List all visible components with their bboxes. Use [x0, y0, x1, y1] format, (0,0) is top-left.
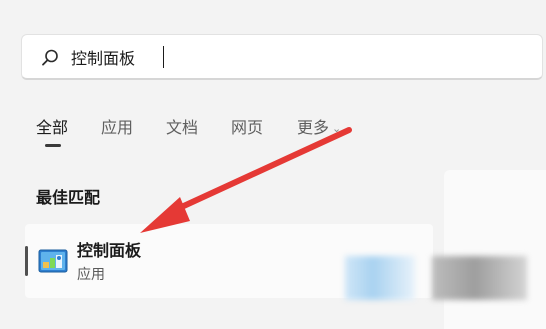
search-input[interactable] [71, 46, 531, 68]
blurred-region [345, 256, 415, 300]
section-title-best-match: 最佳匹配 [36, 188, 101, 207]
result-subtitle: 应用 [77, 267, 105, 283]
search-box[interactable] [21, 34, 543, 80]
active-tab-indicator [45, 144, 61, 147]
text-caret [163, 46, 164, 68]
tab-apps[interactable]: 应用 [101, 114, 133, 138]
result-title: 控制面板 [77, 241, 142, 260]
tab-web[interactable]: 网页 [231, 114, 263, 138]
selection-indicator [25, 246, 28, 276]
tab-all[interactable]: 全部 [36, 114, 68, 138]
tab-documents[interactable]: 文档 [166, 114, 198, 138]
chevron-down-icon: ⌄ [332, 122, 342, 135]
tab-more[interactable]: 更多 ⌄ [297, 114, 341, 138]
tab-more-label: 更多 [297, 118, 330, 137]
search-icon [42, 49, 58, 66]
blurred-region [432, 256, 527, 300]
preview-panel [444, 170, 546, 329]
control-panel-icon [38, 249, 68, 273]
